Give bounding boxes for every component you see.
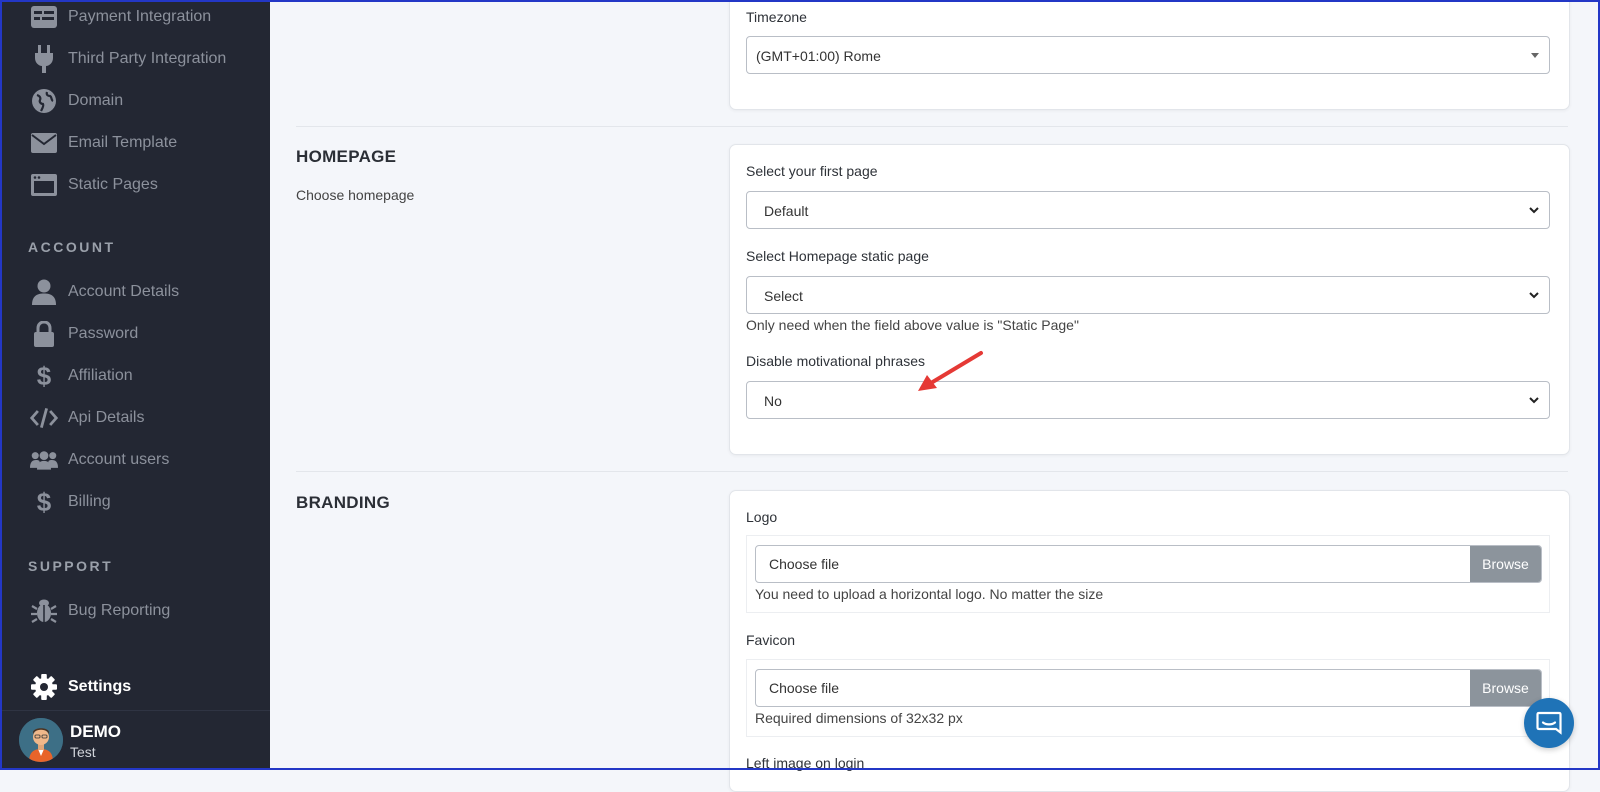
- motivational-phrases-value: No: [764, 393, 782, 409]
- first-page-select[interactable]: Default: [746, 191, 1550, 229]
- timezone-value: (GMT+01:00) Rome: [756, 48, 881, 64]
- chevron-down-icon: [1529, 397, 1539, 404]
- sidebar-item-label: Billing: [68, 493, 111, 510]
- static-page-label: Select Homepage static page: [746, 248, 929, 264]
- users-icon: [30, 446, 58, 474]
- sidebar-item-label: Api Details: [68, 409, 145, 426]
- sidebar-item-label: Third Party Integration: [68, 50, 227, 67]
- globe-icon: [30, 87, 58, 115]
- sidebar-item-api-details[interactable]: Api Details: [2, 401, 270, 435]
- timezone-select[interactable]: (GMT+01:00) Rome: [746, 36, 1550, 74]
- sidebar-item-domain[interactable]: Domain: [2, 84, 270, 118]
- sidebar-item-payment-integration[interactable]: Payment Integration: [2, 2, 270, 34]
- sidebar: Payment Integration Third Party Integrat…: [2, 2, 270, 768]
- section-divider: [296, 126, 1568, 127]
- sidebar-item-label: Password: [68, 325, 139, 342]
- sidebar-item-label: Email Template: [68, 134, 178, 151]
- favicon-help: Required dimensions of 32x32 px: [755, 710, 963, 726]
- code-icon: [30, 404, 58, 432]
- sidebar-heading-support: SUPPORT: [28, 558, 114, 574]
- avatar: [19, 718, 63, 762]
- sidebar-item-email-template[interactable]: Email Template: [2, 126, 270, 160]
- sidebar-item-label: Bug Reporting: [68, 602, 171, 619]
- sidebar-item-account-details[interactable]: Account Details: [2, 275, 270, 309]
- sidebar-item-label: Settings: [68, 678, 132, 695]
- sidebar-item-billing[interactable]: $ Billing: [2, 485, 270, 519]
- motivational-phrases-label: Disable motivational phrases: [746, 353, 925, 369]
- payment-icon: [30, 3, 58, 31]
- user-subtitle: Test: [70, 744, 96, 760]
- user-name: DEMO: [70, 722, 121, 741]
- logo-help: You need to upload a horizontal logo. No…: [755, 586, 1104, 602]
- logo-label: Logo: [746, 509, 778, 525]
- motivational-phrases-select[interactable]: No: [746, 381, 1550, 419]
- envelope-icon: [30, 129, 58, 157]
- sidebar-item-settings[interactable]: Settings: [2, 670, 270, 704]
- sidebar-item-label: Account Details: [68, 283, 180, 300]
- sidebar-heading-account: ACCOUNT: [28, 239, 116, 255]
- bug-icon: [30, 597, 58, 625]
- sidebar-item-static-pages[interactable]: Static Pages: [2, 168, 270, 202]
- sidebar-item-bug-reporting[interactable]: Bug Reporting: [2, 594, 270, 628]
- static-page-value: Select: [764, 288, 803, 304]
- user-icon: [30, 278, 58, 306]
- left-image-label: Left image on login: [746, 755, 865, 771]
- user-profile[interactable]: DEMO Test: [2, 710, 270, 768]
- section-divider: [296, 471, 1568, 472]
- dollar-icon: $: [36, 486, 52, 517]
- static-page-help: Only need when the field above value is …: [746, 317, 1079, 333]
- sidebar-item-third-party-integration[interactable]: Third Party Integration: [2, 42, 270, 76]
- favicon-file-placeholder: Choose file: [769, 680, 840, 696]
- sidebar-item-label: Static Pages: [68, 176, 158, 193]
- dollar-icon: $: [36, 360, 52, 391]
- homepage-section-description: Choose homepage: [296, 187, 415, 203]
- first-page-value: Default: [764, 203, 809, 219]
- logo-file-placeholder: Choose file: [769, 556, 840, 572]
- branding-section-title: BRANDING: [296, 493, 391, 512]
- favicon-label: Favicon: [746, 632, 796, 648]
- favicon-browse-button[interactable]: Browse: [1470, 670, 1541, 706]
- sidebar-item-label: Affiliation: [68, 367, 133, 384]
- gear-icon: [30, 673, 58, 701]
- chat-launcher-button[interactable]: [1524, 698, 1574, 748]
- logo-browse-button[interactable]: Browse: [1470, 546, 1541, 582]
- sidebar-item-password[interactable]: Password: [2, 317, 270, 351]
- sidebar-item-label: Payment Integration: [68, 8, 212, 25]
- favicon-file-input[interactable]: Choose file Browse: [755, 669, 1542, 707]
- window-icon: [30, 171, 58, 199]
- sidebar-item-affiliation[interactable]: $ Affiliation: [2, 359, 270, 393]
- homepage-section-title: HOMEPAGE: [296, 147, 397, 166]
- sidebar-item-label: Account users: [68, 451, 170, 468]
- plug-icon: [30, 45, 58, 73]
- caret-down-icon: [1531, 53, 1539, 58]
- chevron-down-icon: [1529, 292, 1539, 299]
- sidebar-item-label: Domain: [68, 92, 124, 109]
- lock-icon: [30, 320, 58, 348]
- first-page-label: Select your first page: [746, 163, 878, 179]
- chevron-down-icon: [1529, 207, 1539, 214]
- static-page-select[interactable]: Select: [746, 276, 1550, 314]
- annotation-arrow-icon: [918, 351, 983, 391]
- chat-icon: [1536, 711, 1562, 735]
- sidebar-item-account-users[interactable]: Account users: [2, 443, 270, 477]
- logo-file-input[interactable]: Choose file Browse: [755, 545, 1542, 583]
- timezone-label: Timezone: [746, 9, 807, 25]
